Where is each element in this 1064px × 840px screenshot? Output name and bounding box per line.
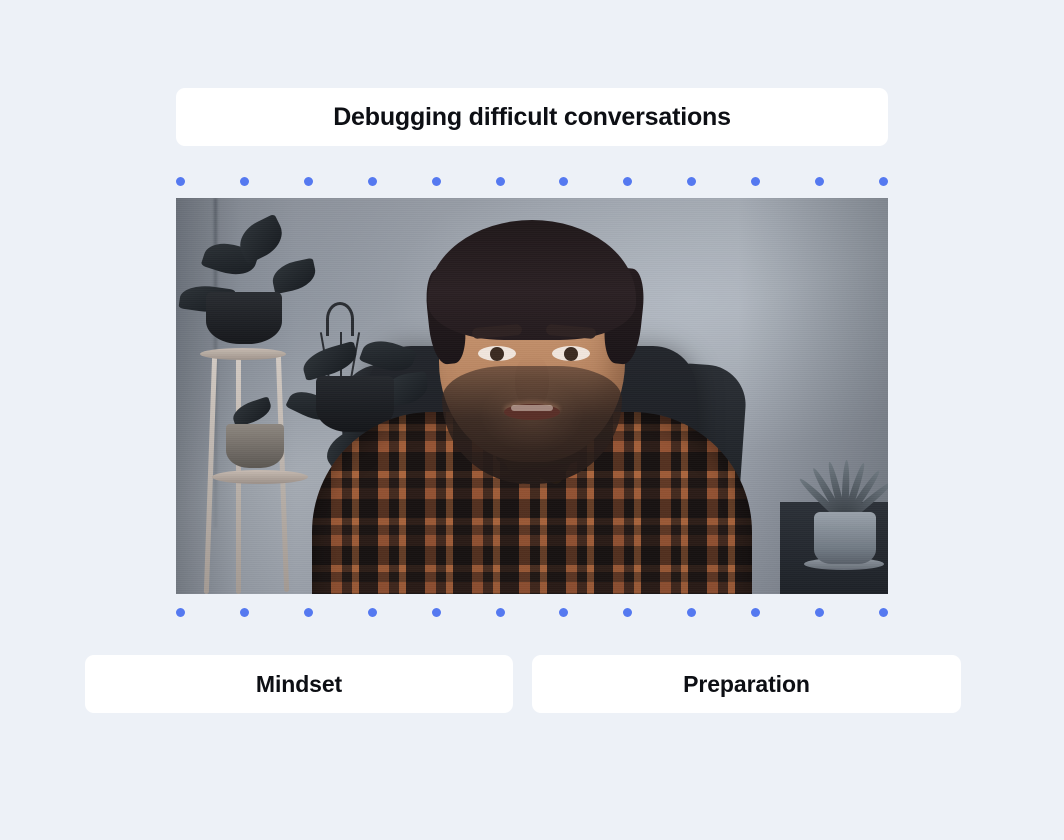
dot-indicator [431,176,441,186]
video-player[interactable] [176,198,888,594]
dot-indicator [751,176,761,186]
dot-indicator [815,176,825,186]
dot-indicator [431,607,441,617]
dot-indicator [239,607,249,617]
dot-indicator [176,176,185,186]
dot-row-top [176,176,888,186]
preparation-button-label: Preparation [683,670,810,697]
dot-indicator [878,176,888,186]
dot-indicator [367,607,377,617]
dot-indicator [303,607,313,617]
dot-indicator [878,607,888,617]
dot-row-bottom [176,607,888,617]
dot-indicator [176,607,185,617]
dot-indicator [239,176,249,186]
iris-right [564,346,578,361]
dot-indicator [495,176,505,186]
dot-indicator [559,607,569,617]
teeth [511,405,553,411]
dot-indicator [623,607,633,617]
video-scene [176,198,888,594]
preparation-button[interactable]: Preparation [532,655,961,713]
mindset-button-label: Mindset [255,670,343,697]
hair [428,220,636,340]
succulent-pot [814,512,876,564]
mindset-button[interactable]: Mindset [85,655,513,713]
title-card: Debugging difficult conversations [176,88,888,146]
dot-indicator [687,607,697,617]
dot-indicator [751,607,761,617]
dot-indicator [367,176,377,186]
dot-indicator [303,176,313,186]
dot-indicator [687,176,697,186]
dot-indicator [559,176,569,186]
dot-indicator [495,607,505,617]
page-title: Debugging difficult conversations [333,102,731,131]
dot-indicator [623,176,633,186]
eye-right [552,346,590,361]
dot-indicator [815,607,825,617]
iris-left [490,346,504,361]
eye-left [478,346,516,361]
